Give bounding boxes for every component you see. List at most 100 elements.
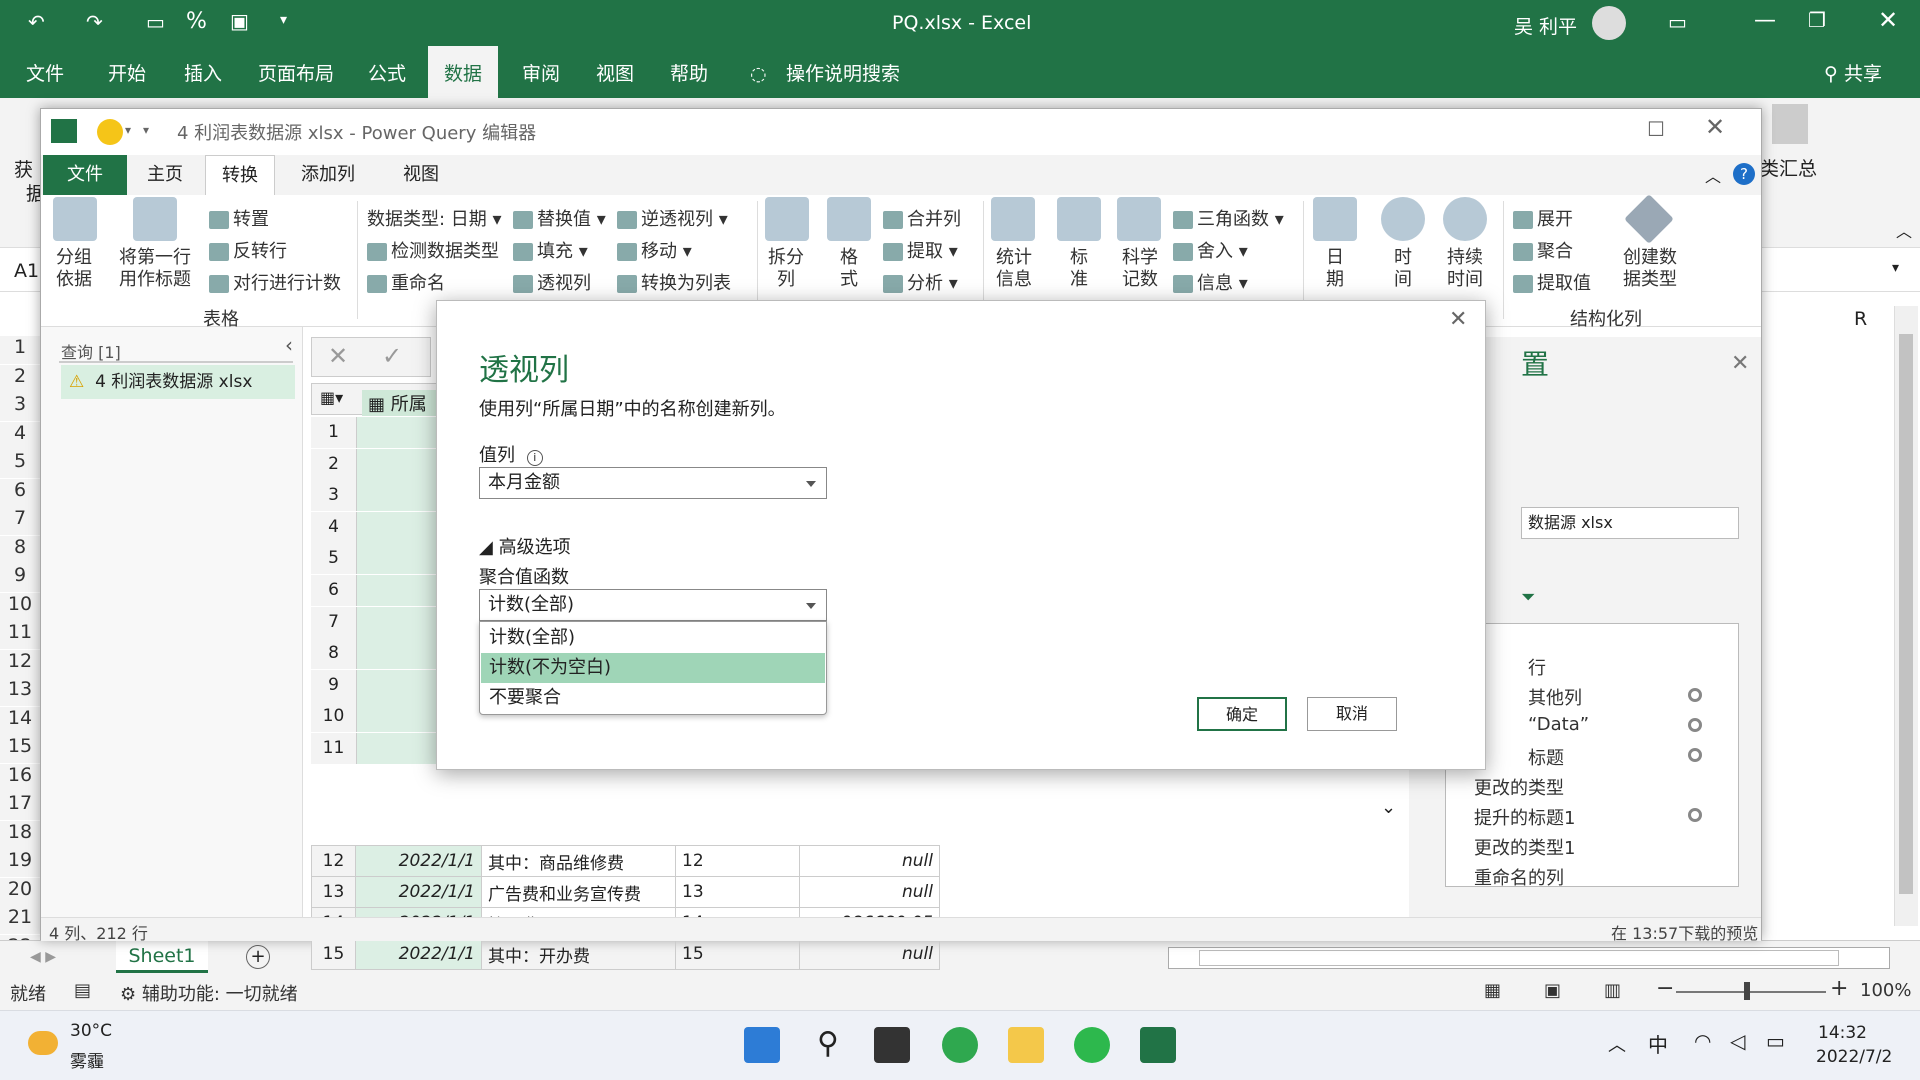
row-header[interactable]: 7 [0,507,40,535]
pq-collapse-icon[interactable]: ︿ [1705,163,1721,187]
row-header[interactable]: 18 [0,820,40,849]
hscroll-thumb[interactable] [1199,950,1839,966]
ime-indicator[interactable]: 中 [1648,1029,1668,1058]
subtotal-label[interactable]: 类汇总 [1760,154,1817,181]
weather-desc[interactable]: 雾霾 [70,1047,104,1072]
scientific-button[interactable]: 科学 记数 [1115,247,1165,291]
tab-formulas[interactable]: 公式 [364,46,410,98]
file-explorer-icon[interactable] [1008,1027,1044,1063]
data-table[interactable]: 12 2022/1/1 其中：商品维修费 12 null 13 2022/1/1 广告费和业务… [311,845,940,970]
merge-columns-button[interactable]: 合并列 [883,205,961,231]
ribbon-display-icon[interactable]: ▭ [1668,10,1687,34]
row-header[interactable]: 8 [0,535,40,564]
help-icon[interactable]: ? [1733,163,1755,185]
zoom-slider[interactable] [1676,991,1826,993]
task-view-icon[interactable] [874,1027,910,1063]
statistics-button[interactable]: 统计 信息 [989,247,1039,291]
count-rows-button[interactable]: 对行进行计数 [209,269,341,295]
option-dont-aggregate[interactable]: 不要聚合 [481,683,825,713]
time-button[interactable]: 时 间 [1379,247,1427,291]
tab-view[interactable]: 视图 [592,46,638,98]
applied-step[interactable]: 行 [1528,654,1546,680]
row-header[interactable]: 2 [0,364,40,393]
fill-button[interactable]: 填充 ▾ [513,237,588,263]
pq-tab-file[interactable]: 文件 [43,155,127,195]
aggregate-button[interactable]: 聚合 [1513,237,1573,263]
option-count-all[interactable]: 计数(全部) [481,623,825,653]
scroll-thumb[interactable] [1899,334,1913,894]
data-grid[interactable]: 12 2022/1/1 其中：商品维修费 12 null 13 2022/1/1 广告费和业务… [311,845,940,970]
tab-data[interactable]: 数据 [428,46,498,98]
pq-close-icon[interactable]: ✕ [1705,113,1725,141]
expand-formula-icon[interactable]: ▾ [1892,260,1899,276]
pq-tab-view[interactable]: 视图 [387,155,455,195]
step-settings-icon[interactable] [1688,688,1702,702]
extract-button[interactable]: 提取 ▾ [883,237,958,263]
to-list-button[interactable]: 转换为列表 [617,269,731,295]
vertical-scrollbar[interactable] [1894,306,1918,926]
accessibility-status[interactable]: ⚙ 辅助功能: 一切就绪 [120,980,298,1006]
trig-button[interactable]: 三角函数 ▾ [1173,205,1284,231]
zoom-in-icon[interactable]: + [1830,976,1848,1001]
agg-function-select[interactable]: 计数(全部) [479,589,827,621]
unpivot-button[interactable]: 逆透视列 ▾ [617,205,728,231]
excel-taskbar-icon[interactable] [1140,1027,1176,1063]
undo-icon[interactable]: ↶ [28,10,45,34]
zoom-out-icon[interactable]: − [1656,976,1674,1001]
applied-step[interactable]: 提升的标题1 [1474,804,1575,830]
row-header[interactable]: 12 [0,649,40,678]
pq-tab-home[interactable]: 主页 [131,155,199,195]
share-button[interactable]: ⚲ 共享 [1820,46,1886,98]
row-header[interactable]: 15 [0,735,40,763]
tab-review[interactable]: 审阅 [518,46,564,98]
pq-maximize-icon[interactable]: ☐ [1647,117,1665,141]
applied-step[interactable]: “Data” [1528,714,1589,735]
app-plus-icon[interactable] [1074,1027,1110,1063]
scroll-down-icon[interactable]: ⌄ [1381,797,1396,818]
tell-me-search[interactable]: 操作说明搜索 [782,46,904,98]
weather-temp[interactable]: 30°C [70,1021,112,1041]
battery-icon[interactable]: ▭ [1766,1029,1785,1053]
step-settings-icon[interactable] [1688,718,1702,732]
row-header[interactable]: 10 [0,592,40,621]
cancel-button[interactable]: 取消 [1307,697,1397,731]
sheet-nav-icon[interactable]: ◀ ▶ [30,949,56,965]
detect-type-button[interactable]: 检测数据类型 [367,237,499,263]
tab-page-layout[interactable]: 页面布局 [254,46,338,98]
volume-icon[interactable]: ◁ [1730,1029,1745,1053]
tab-insert[interactable]: 插入 [180,46,226,98]
replace-values-button[interactable]: 替换值 ▾ [513,205,606,231]
collapse-ribbon-icon[interactable]: ︿ [1896,218,1912,242]
rename-button[interactable]: 重命名 [367,269,445,295]
step-settings-icon[interactable] [1688,808,1702,822]
info-icon[interactable]: i [526,450,543,466]
row-header[interactable]: 4 [0,421,40,450]
commit-formula-icon[interactable]: ✓ [382,342,402,370]
table-row[interactable]: 13 2022/1/1 广告费和业务宣传费 13 null [311,876,940,908]
tray-chevron-icon[interactable]: ︿ [1608,1031,1626,1057]
query-name-input[interactable]: 数据源 xlsx [1521,507,1739,539]
row-header[interactable]: 1 [0,336,40,364]
create-data-type-button[interactable]: 创建数 据类型 [1607,247,1693,291]
row-header[interactable]: 19 [0,849,40,877]
pivot-column-button[interactable]: 透视列 [513,269,591,295]
row-header[interactable]: 14 [0,706,40,735]
zoom-handle[interactable] [1744,982,1750,1000]
page-break-icon[interactable]: ▥ [1604,980,1621,1001]
cancel-formula-icon[interactable]: ✕ [328,342,348,370]
table-row[interactable]: 15 2022/1/1 其中：开办费 15 null [311,938,940,970]
zoom-level[interactable]: 100% [1860,980,1911,1001]
row-header[interactable]: 11 [0,621,40,649]
ie-icon[interactable] [942,1027,978,1063]
pq-tab-add-column[interactable]: 添加列 [285,155,371,195]
clock-date[interactable]: 2022/7/2 [1816,1047,1892,1067]
page-layout-icon[interactable]: ▣ [1544,980,1561,1001]
row-header[interactable]: 17 [0,792,40,820]
collapse-queries-icon[interactable]: ‹ [285,333,293,357]
qat-more-icon[interactable]: ▾ [280,12,287,28]
data-type-button[interactable]: 数据类型: 日期 ▾ [367,205,502,231]
qat-more-icon[interactable]: ▾ [143,123,149,137]
row-header[interactable]: 16 [0,763,40,792]
applied-step[interactable]: 重命名的列 [1474,864,1564,886]
smiley-dropdown-icon[interactable]: ▾ [125,123,131,137]
